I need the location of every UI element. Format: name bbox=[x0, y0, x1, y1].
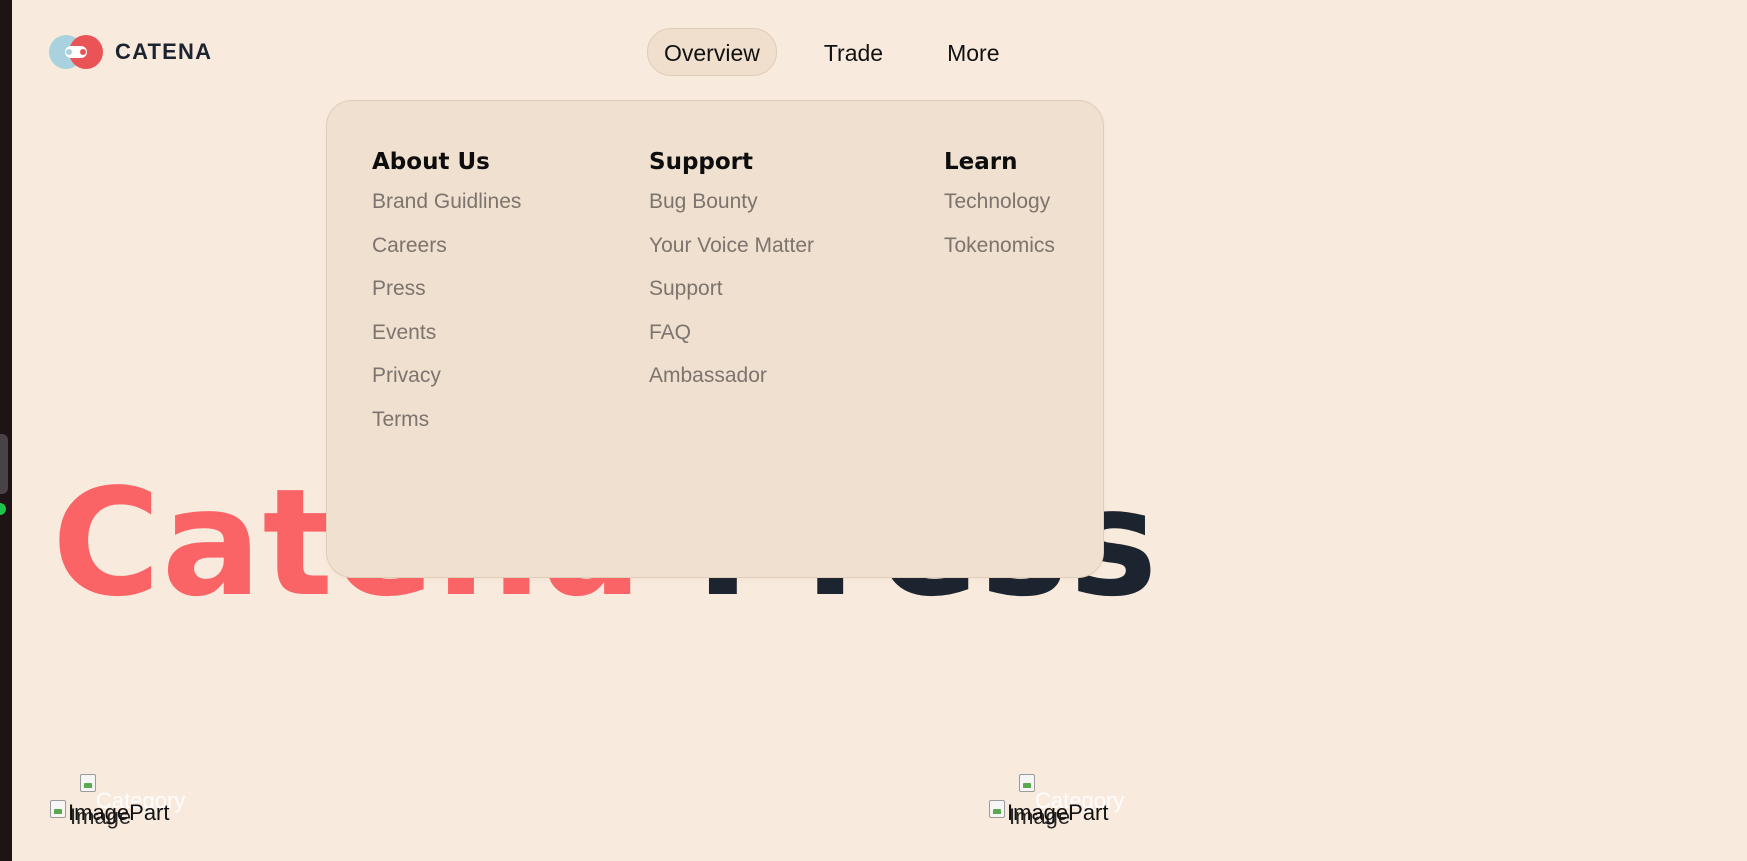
menu-link-events[interactable]: Events bbox=[372, 321, 521, 345]
press-card[interactable]: Category ImagePart Image bbox=[50, 774, 200, 830]
menu-link-your-voice-matter[interactable]: Your Voice Matter bbox=[649, 234, 814, 258]
nav-overview[interactable]: Overview bbox=[647, 28, 777, 76]
menu-heading-support: Support bbox=[649, 149, 754, 175]
menu-link-technology[interactable]: Technology bbox=[944, 190, 1055, 214]
side-handle[interactable] bbox=[0, 434, 8, 494]
brand-name: CATENA bbox=[115, 39, 213, 64]
broken-image-icon bbox=[50, 800, 66, 818]
card-image-alt-secondary: Image bbox=[1009, 804, 1071, 829]
menu-column-learn: Learn Technology Tokenomics bbox=[944, 147, 1055, 277]
menu-heading-learn: Learn bbox=[944, 149, 1018, 175]
broken-image-icon bbox=[80, 774, 96, 792]
nav-more[interactable]: More bbox=[930, 28, 1016, 76]
menu-link-ambassador[interactable]: Ambassador bbox=[649, 364, 814, 388]
menu-link-careers[interactable]: Careers bbox=[372, 234, 521, 258]
menu-link-support[interactable]: Support bbox=[649, 277, 814, 301]
broken-image-icon bbox=[989, 800, 1005, 818]
main-nav: Overview Trade More bbox=[647, 28, 1017, 76]
menu-column-support: Support Bug Bounty Your Voice Matter Sup… bbox=[649, 147, 814, 408]
menu-link-privacy[interactable]: Privacy bbox=[372, 364, 521, 388]
menu-link-press[interactable]: Press bbox=[372, 277, 521, 301]
menu-link-brand-guidlines[interactable]: Brand Guidlines bbox=[372, 190, 521, 214]
catena-logo-icon bbox=[49, 35, 103, 69]
menu-link-faq[interactable]: FAQ bbox=[649, 321, 814, 345]
menu-link-terms[interactable]: Terms bbox=[372, 408, 521, 432]
menu-link-bug-bounty[interactable]: Bug Bounty bbox=[649, 190, 814, 214]
nav-trade[interactable]: Trade bbox=[807, 28, 900, 76]
menu-column-about: About Us Brand Guidlines Careers Press E… bbox=[372, 147, 521, 451]
press-card[interactable]: Category ImagePart Image bbox=[989, 774, 1139, 830]
window-edge bbox=[0, 0, 12, 861]
menu-link-tokenomics[interactable]: Tokenomics bbox=[944, 234, 1055, 258]
menu-heading-about: About Us bbox=[372, 149, 490, 175]
broken-image-icon bbox=[1019, 774, 1035, 792]
overview-dropdown-menu: About Us Brand Guidlines Careers Press E… bbox=[326, 100, 1104, 578]
brand-logo[interactable]: CATENA bbox=[49, 32, 212, 72]
card-image-alt-secondary: Image bbox=[70, 804, 132, 829]
